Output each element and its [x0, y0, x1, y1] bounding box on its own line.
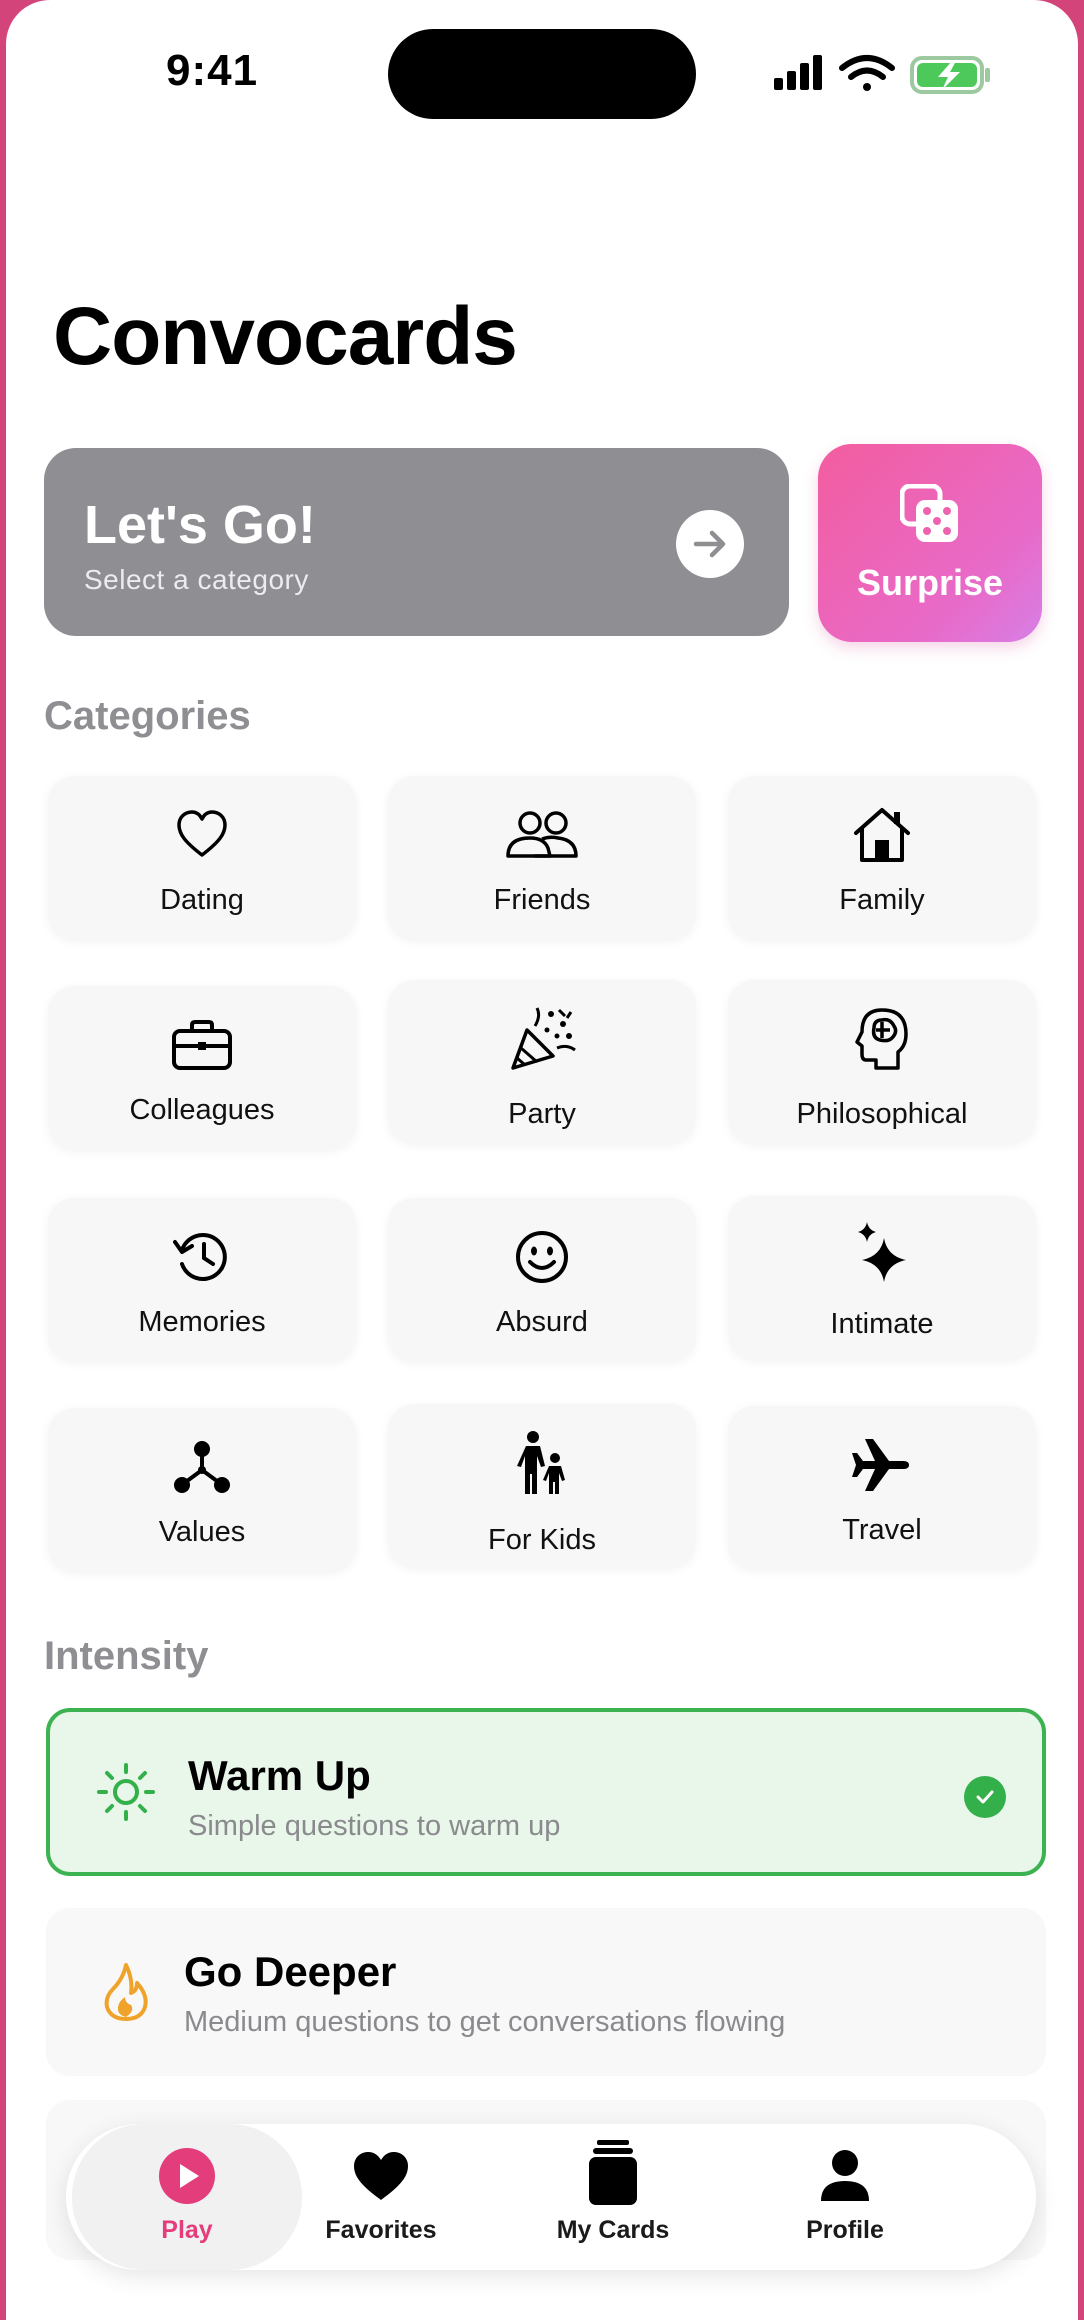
tab-label: Favorites	[325, 2216, 437, 2244]
people-icon	[506, 811, 578, 858]
parent-child-icon	[517, 1431, 565, 1494]
categories-header: Categories	[44, 694, 251, 738]
tab-bar: Play Favorites My Cards Profile	[66, 2124, 1036, 2270]
category-label: Colleagues	[129, 1094, 275, 1126]
house-icon	[854, 808, 910, 862]
wifi-icon	[839, 55, 895, 91]
tab-label: My Cards	[556, 2216, 670, 2244]
intensity-subtitle: Medium questions to get conversations fl…	[184, 2006, 786, 2038]
sparkles-icon	[858, 1222, 906, 1282]
briefcase-icon	[172, 1020, 232, 1070]
category-intimate[interactable]: Intimate	[728, 1196, 1036, 1360]
smiley-icon	[516, 1231, 568, 1283]
heart-icon	[177, 810, 227, 857]
airplane-icon	[852, 1439, 909, 1491]
checkmark-icon	[964, 1776, 1006, 1818]
tab-favorites[interactable]: Favorites	[266, 2124, 496, 2270]
flame-icon	[104, 1963, 148, 2021]
brain-head-icon	[855, 1008, 908, 1070]
status-time: 9:41	[166, 46, 259, 95]
dynamic-island	[388, 29, 696, 119]
category-for-kids[interactable]: For Kids	[388, 1404, 696, 1568]
category-label: Absurd	[496, 1306, 588, 1338]
surprise-label: Surprise	[856, 562, 1004, 603]
category-label: Memories	[138, 1306, 266, 1338]
lets-go-button[interactable]: Let's Go! Select a category	[44, 448, 789, 636]
app-screen: 9:41 Convocards Let's Go! Select a categ…	[6, 0, 1078, 2320]
intensity-header: Intensity	[44, 1634, 209, 1678]
heart-filled-icon	[354, 2152, 408, 2200]
play-icon	[159, 2148, 215, 2204]
category-label: Travel	[842, 1514, 922, 1546]
sun-icon	[97, 1763, 155, 1821]
category-label: Dating	[160, 884, 244, 916]
cellular-signal-icon	[774, 55, 822, 90]
lets-go-title: Let's Go!	[84, 495, 316, 555]
category-label: For Kids	[488, 1524, 596, 1556]
category-colleagues[interactable]: Colleagues	[48, 986, 356, 1150]
lets-go-subtitle: Select a category	[84, 564, 309, 595]
intensity-warm-up[interactable]: Warm Up Simple questions to warm up	[46, 1708, 1046, 1876]
category-label: Party	[508, 1098, 576, 1130]
dice-icon	[900, 484, 958, 542]
category-family[interactable]: Family	[728, 776, 1036, 940]
status-icons	[774, 55, 990, 94]
category-label: Family	[839, 884, 925, 916]
history-clock-icon	[173, 1233, 227, 1281]
category-label: Friends	[493, 884, 591, 916]
category-memories[interactable]: Memories	[48, 1198, 356, 1362]
battery-charging-icon	[910, 56, 990, 94]
intensity-subtitle: Simple questions to warm up	[188, 1810, 561, 1842]
tab-label: Profile	[806, 2216, 884, 2244]
intensity-title: Warm Up	[188, 1752, 371, 1799]
category-travel[interactable]: Travel	[728, 1406, 1036, 1570]
surprise-button[interactable]: Surprise	[818, 444, 1042, 642]
category-party[interactable]: Party	[388, 980, 696, 1144]
category-dating[interactable]: Dating	[48, 776, 356, 940]
category-label: Philosophical	[796, 1098, 968, 1130]
category-values[interactable]: Values	[48, 1408, 356, 1572]
category-friends[interactable]: Friends	[388, 776, 696, 940]
cards-stack-icon	[589, 2140, 637, 2205]
intensity-go-deeper[interactable]: Go Deeper Medium questions to get conver…	[46, 1908, 1046, 2076]
category-absurd[interactable]: Absurd	[388, 1198, 696, 1362]
category-philosophical[interactable]: Philosophical	[728, 980, 1036, 1144]
intensity-title: Go Deeper	[184, 1948, 397, 1995]
category-label: Intimate	[830, 1308, 934, 1340]
category-label: Values	[158, 1516, 246, 1548]
tab-my-cards[interactable]: My Cards	[498, 2124, 728, 2270]
arrow-right-icon	[676, 510, 744, 578]
tab-profile[interactable]: Profile	[730, 2124, 960, 2270]
party-popper-icon	[511, 1007, 576, 1070]
page-title: Convocards	[53, 291, 518, 382]
molecule-icon	[174, 1441, 230, 1493]
person-icon	[821, 2150, 869, 2201]
